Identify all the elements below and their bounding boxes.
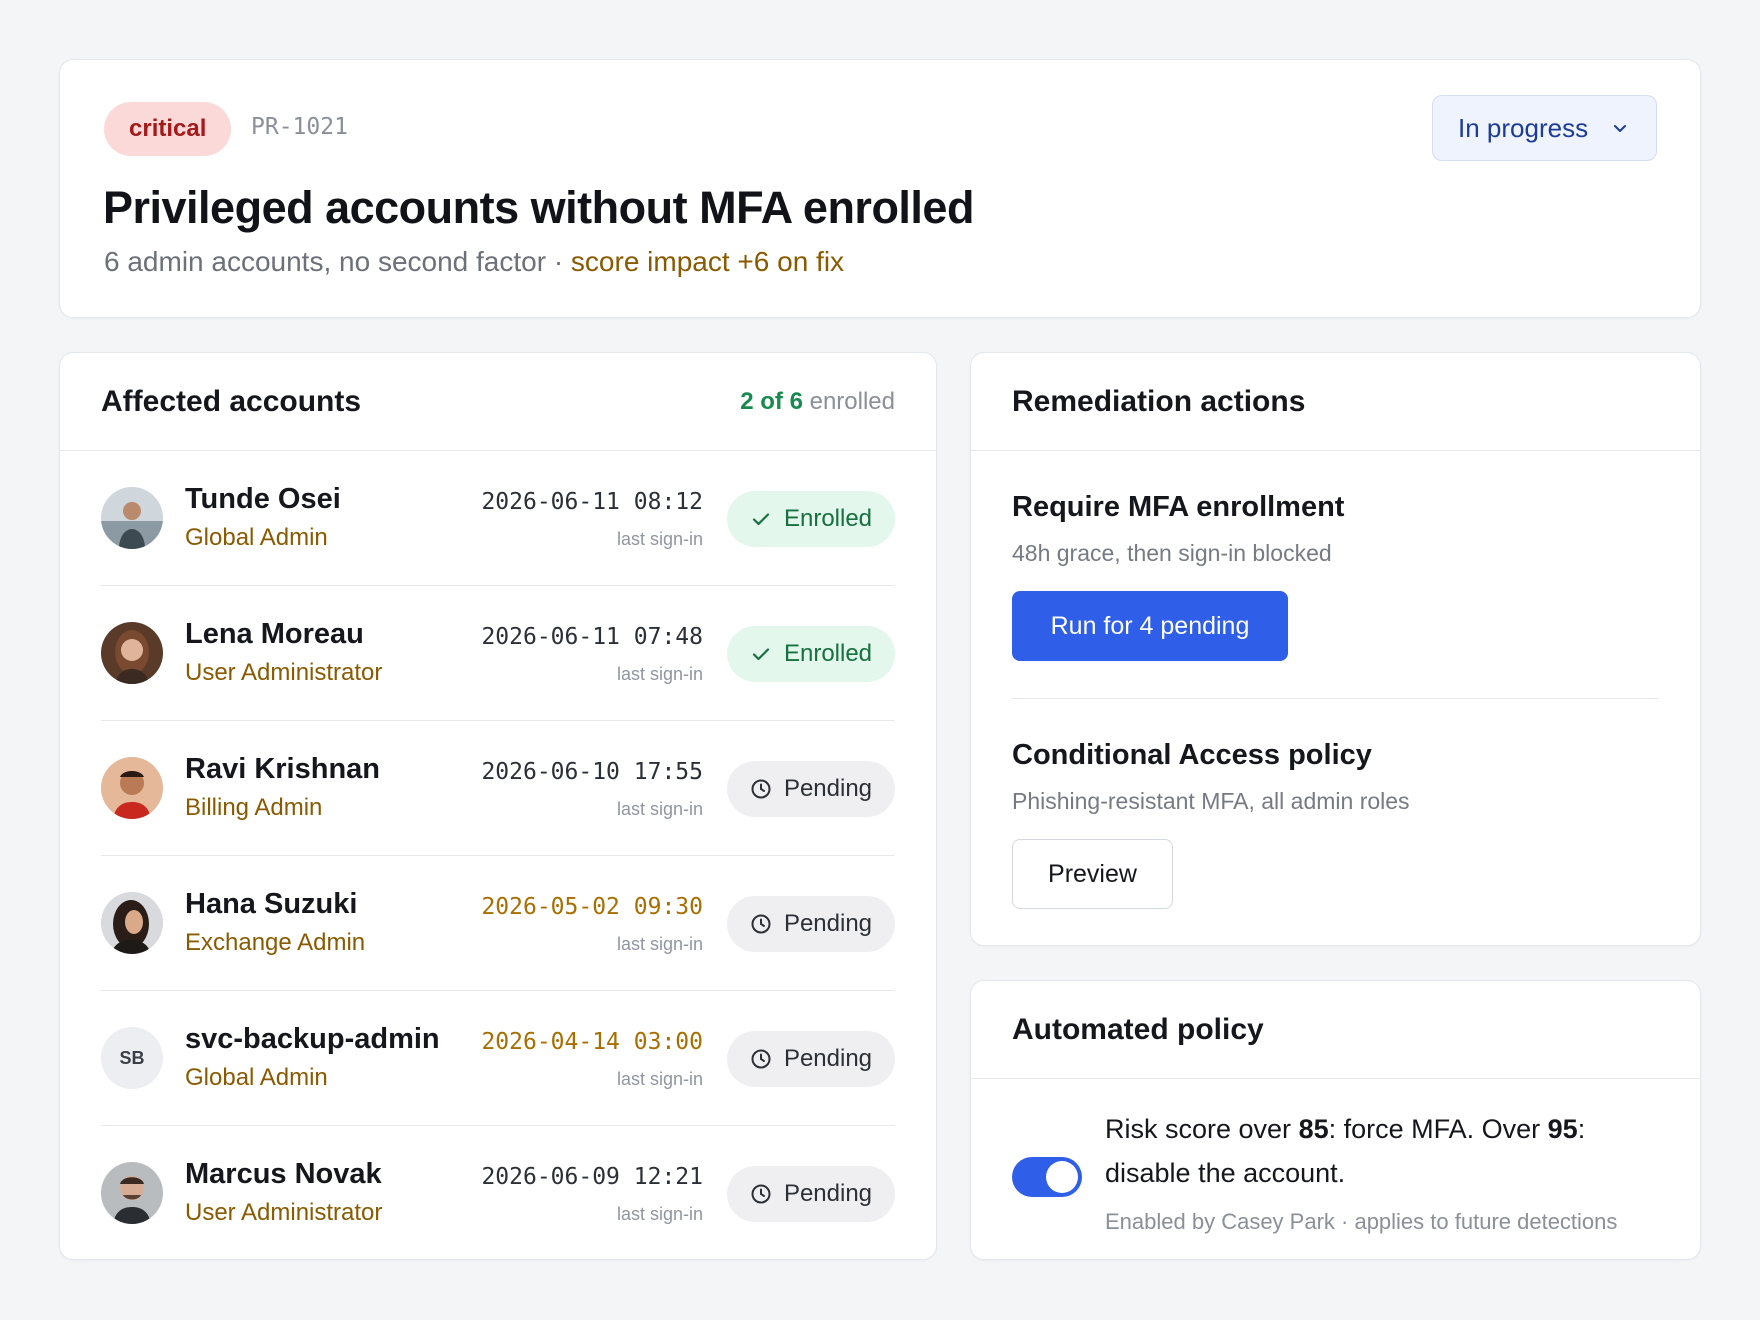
last-signin-label: last sign-in xyxy=(616,1204,703,1224)
policy-text-part: : force MFA. Over xyxy=(1328,1114,1548,1144)
account-name: Hana Suzuki xyxy=(185,888,358,920)
policy-description: Risk score over 85: force MFA. Over 95: … xyxy=(1105,1107,1665,1195)
last-signin-label: last sign-in xyxy=(616,664,703,684)
status-badge-label: Enrolled xyxy=(783,505,873,532)
account-role: User Administrator xyxy=(185,1199,383,1226)
status-badge: Pending xyxy=(727,1166,895,1222)
check-icon xyxy=(752,513,770,526)
enrolled-count: 2 of 6 enrolled xyxy=(740,388,895,416)
status-dropdown[interactable]: In progress xyxy=(1432,95,1657,161)
status-badge: Pending xyxy=(727,761,895,817)
account-role: Global Admin xyxy=(185,1064,328,1091)
last-signin-label: last sign-in xyxy=(616,799,703,819)
automated-policy-card: Automated policy Risk score over 85: for… xyxy=(970,980,1701,1260)
finding-header-card: critical PR-1021 In progress Privileged … xyxy=(59,59,1701,318)
avatar xyxy=(101,622,163,684)
last-signin-time: 2026-04-14 03:00 xyxy=(481,1029,703,1055)
avatar xyxy=(101,892,163,954)
last-signin-time: 2026-06-10 17:55 xyxy=(481,759,703,785)
status-badge-label: Pending xyxy=(783,775,873,802)
page-title: Privileged accounts without MFA enrolled xyxy=(103,182,974,233)
account-name: Marcus Novak xyxy=(185,1158,382,1190)
table-row[interactable]: SB svc-backup-admin Global Admin 2026-04… xyxy=(101,991,895,1126)
chevron-down-icon xyxy=(1614,125,1626,132)
status-badge: Enrolled xyxy=(727,626,895,682)
policy-threshold-mfa: 85 xyxy=(1298,1114,1329,1144)
subtitle-main: 6 admin accounts, no second factor · xyxy=(104,246,571,277)
last-signin-label: last sign-in xyxy=(616,934,703,954)
account-name: Lena Moreau xyxy=(185,618,364,650)
avatar-initials: SB xyxy=(101,1027,163,1089)
clock-icon xyxy=(751,1184,771,1204)
policy-threshold-disable: 95 xyxy=(1547,1114,1578,1144)
remediation-card: Remediation actions Require MFA enrollme… xyxy=(970,352,1701,946)
account-list: Tunde Osei Global Admin 2026-06-11 08:12… xyxy=(60,451,936,1261)
last-signin-label: last sign-in xyxy=(616,1069,703,1089)
policy-text-part: Risk score over xyxy=(1105,1114,1299,1144)
account-name: svc-backup-admin xyxy=(185,1023,440,1055)
account-name: Ravi Krishnan xyxy=(185,753,380,785)
table-row[interactable]: Hana Suzuki Exchange Admin 2026-05-02 09… xyxy=(101,856,895,991)
affected-accounts-header: Affected accounts 2 of 6 enrolled xyxy=(60,353,936,451)
avatar xyxy=(101,757,163,819)
table-row[interactable]: Tunde Osei Global Admin 2026-06-11 08:12… xyxy=(101,451,895,586)
remediation-body: Require MFA enrollment 48h grace, then s… xyxy=(971,451,1700,909)
finding-subtitle: 6 admin accounts, no second factor · sco… xyxy=(104,246,844,278)
enrolled-count-suffix: enrolled xyxy=(802,387,895,415)
account-role: Billing Admin xyxy=(185,794,323,821)
ca-action-description: Phishing-resistant MFA, all admin roles xyxy=(1012,788,1410,814)
last-signin-label: last sign-in xyxy=(616,529,703,549)
status-badge-label: Enrolled xyxy=(783,640,873,667)
policy-meta: Enabled by Casey Park · applies to futur… xyxy=(1105,1209,1618,1234)
severity-badge: critical xyxy=(104,102,232,156)
account-name: Tunde Osei xyxy=(185,483,341,515)
status-badge-label: Pending xyxy=(783,910,873,937)
clock-icon xyxy=(751,779,771,799)
status-badge-label: Pending xyxy=(783,1045,873,1072)
last-signin-time: 2026-05-02 09:30 xyxy=(481,894,703,920)
clock-icon xyxy=(751,1049,771,1069)
score-impact: score impact +6 on fix xyxy=(570,246,845,277)
affected-accounts-card: Affected accounts 2 of 6 enrolled Tunde … xyxy=(59,352,937,1260)
remediation-header: Remediation actions xyxy=(971,353,1700,451)
preview-button[interactable]: Preview xyxy=(1012,839,1173,909)
last-signin-time: 2026-06-09 12:21 xyxy=(481,1164,703,1190)
status-badge: Pending xyxy=(727,896,895,952)
enrolled-count-number: 2 of 6 xyxy=(740,387,803,415)
check-icon xyxy=(752,648,770,661)
account-role: Exchange Admin xyxy=(185,929,366,956)
last-signin-time: 2026-06-11 08:12 xyxy=(481,489,703,515)
policy-header: Automated policy xyxy=(971,981,1700,1079)
table-row[interactable]: Ravi Krishnan Billing Admin 2026-06-10 1… xyxy=(101,721,895,856)
ca-action-title: Conditional Access policy xyxy=(1012,739,1372,771)
toggle-knob xyxy=(1046,1161,1078,1193)
remediation-heading: Remediation actions xyxy=(1012,384,1306,418)
account-role: User Administrator xyxy=(185,659,383,686)
mfa-enrollment-action: Require MFA enrollment 48h grace, then s… xyxy=(1012,451,1659,699)
clock-icon xyxy=(751,914,771,934)
table-row[interactable]: Marcus Novak User Administrator 2026-06-… xyxy=(101,1126,895,1261)
mfa-action-title: Require MFA enrollment xyxy=(1012,491,1345,523)
avatar xyxy=(101,487,163,549)
status-badge-label: Pending xyxy=(783,1180,873,1207)
table-row[interactable]: Lena Moreau User Administrator 2026-06-1… xyxy=(101,586,895,721)
status-dropdown-label: In progress xyxy=(1458,112,1589,143)
policy-toggle[interactable] xyxy=(1012,1157,1082,1197)
avatar xyxy=(101,1162,163,1224)
affected-accounts-heading: Affected accounts xyxy=(101,384,362,418)
policy-heading: Automated policy xyxy=(1012,1012,1264,1046)
finding-id: PR-1021 xyxy=(251,114,348,140)
status-badge: Enrolled xyxy=(727,491,895,547)
last-signin-time: 2026-06-11 07:48 xyxy=(481,624,703,650)
mfa-action-description: 48h grace, then sign-in blocked xyxy=(1012,540,1332,566)
account-role: Global Admin xyxy=(185,524,328,551)
status-badge: Pending xyxy=(727,1031,895,1087)
run-mfa-button[interactable]: Run for 4 pending xyxy=(1012,591,1288,661)
